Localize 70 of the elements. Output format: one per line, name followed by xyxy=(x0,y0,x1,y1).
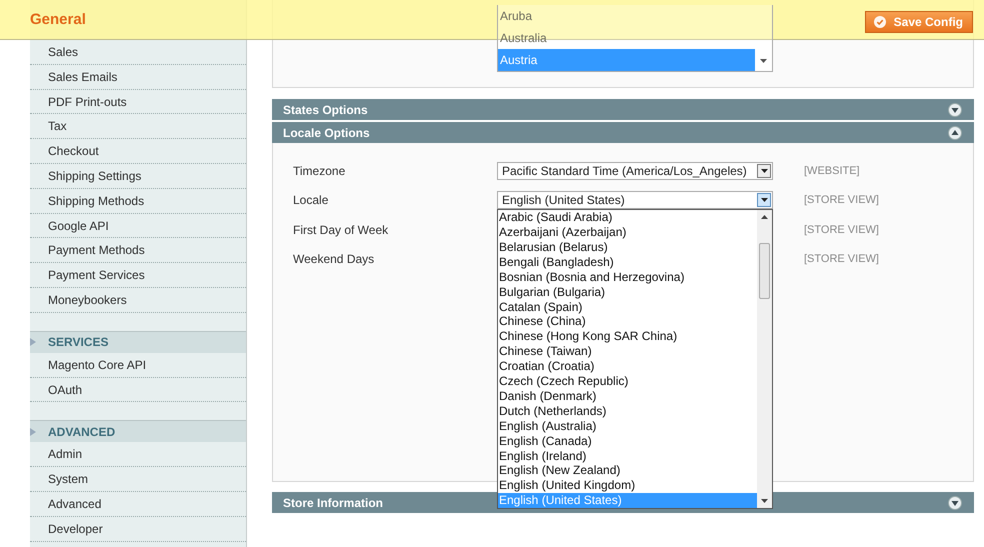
scrollbar-thumb[interactable] xyxy=(759,243,770,300)
scope-label: [STORE VIEW] xyxy=(804,194,879,206)
sidebar-item[interactable]: Sales Emails xyxy=(30,64,246,90)
caret-icon xyxy=(760,59,767,63)
expand-arrow-icon xyxy=(30,338,36,346)
field-label: Timezone xyxy=(293,164,346,178)
scroll-up-icon[interactable] xyxy=(761,215,768,220)
list-option[interactable]: Catalan (Spain) xyxy=(498,300,757,314)
sidebar-item[interactable]: Admin xyxy=(30,442,246,468)
list-option[interactable]: Bengali (Bangladesh) xyxy=(498,254,757,270)
list-option[interactable]: Bulgarian (Bulgaria) xyxy=(498,284,757,300)
section-title: Store Information xyxy=(283,496,384,510)
list-option[interactable]: Bosnian (Bosnia and Herzegovina) xyxy=(498,270,757,285)
sidebar-item[interactable]: Advanced xyxy=(30,492,246,517)
section-header[interactable]: Locale Options xyxy=(272,122,974,143)
list-option[interactable]: English (Canada) xyxy=(498,434,757,448)
select-field[interactable]: English (United States) xyxy=(497,191,773,210)
sidebar-group-heading[interactable]: SERVICES xyxy=(30,330,246,353)
caret-icon xyxy=(760,168,768,173)
list-option[interactable]: Australia xyxy=(498,27,755,49)
list-option[interactable]: English (New Zealand) xyxy=(498,463,757,478)
sidebar-group-heading[interactable]: ADVANCED xyxy=(30,420,246,442)
list-option[interactable]: Chinese (China) xyxy=(498,314,757,330)
sidebar-item[interactable]: Tax xyxy=(30,114,246,140)
sidebar-item[interactable]: OAuth xyxy=(30,378,246,402)
list-option[interactable]: Aruba xyxy=(498,5,755,27)
list-option[interactable]: Chinese (Taiwan) xyxy=(498,344,757,360)
scroll-down-icon[interactable] xyxy=(761,499,768,504)
sidebar-item[interactable]: Developer xyxy=(30,516,246,542)
scrollbar[interactable] xyxy=(757,210,772,508)
list-option[interactable]: Azerbaijani (Azerbaijan) xyxy=(498,225,757,240)
section-header[interactable]: States Options xyxy=(272,99,974,120)
collapse-icon[interactable] xyxy=(948,126,962,140)
sidebar-item[interactable]: Shipping Settings xyxy=(30,164,246,189)
page-title: General xyxy=(30,11,86,28)
scope-label: [WEBSITE] xyxy=(804,164,860,177)
field-label: First Day of Week xyxy=(293,222,390,237)
caret-icon xyxy=(760,198,768,202)
list-option[interactable]: Belarusian (Belarus) xyxy=(498,240,757,255)
list-option[interactable]: Chinese (Hong Kong SAR China) xyxy=(498,329,757,344)
expand-icon[interactable] xyxy=(948,496,962,510)
list-option[interactable]: English (Australia) xyxy=(498,418,757,434)
sidebar-item[interactable]: Payment Methods xyxy=(30,238,246,264)
field-label: Weekend Days xyxy=(293,252,376,266)
scope-label: [STORE VIEW] xyxy=(804,253,879,266)
section-title: States Options xyxy=(283,102,368,116)
section-title: Locale Options xyxy=(283,126,370,140)
group-title: SERVICES xyxy=(48,335,108,350)
sidebar-item[interactable]: Checkout xyxy=(30,139,246,164)
sidebar-item[interactable]: Moneybookers xyxy=(30,288,246,313)
list-option[interactable]: English (Ireland) xyxy=(498,448,757,464)
sidebar-item[interactable]: System xyxy=(30,467,246,492)
list-option[interactable]: Czech (Czech Republic) xyxy=(498,374,757,389)
field-label: Locale xyxy=(293,193,330,208)
list-option[interactable]: Danish (Denmark) xyxy=(498,388,757,404)
sidebar-item[interactable]: Shipping Methods xyxy=(30,188,246,214)
check-icon xyxy=(874,16,886,28)
sidebar-item[interactable]: PDF Print-outs xyxy=(30,90,246,114)
list-option[interactable]: Dutch (Netherlands) xyxy=(498,404,757,419)
list-option[interactable]: Croatian (Croatia) xyxy=(498,359,757,374)
scope-label: [STORE VIEW] xyxy=(804,224,879,236)
sidebar-item[interactable]: Payment Services xyxy=(30,263,246,288)
list-option[interactable]: English (United Kingdom) xyxy=(498,478,757,494)
expand-arrow-icon xyxy=(30,428,36,436)
select-field[interactable]: Pacific Standard Time (America/Los_Angeles) xyxy=(497,162,773,180)
group-title: ADVANCED xyxy=(48,424,116,439)
list-option[interactable]: Arabic (Saudi Arabia) xyxy=(498,210,757,226)
sidebar-item[interactable]: Google API xyxy=(30,214,246,238)
sidebar-item[interactable]: Magento Core API xyxy=(30,352,246,378)
expand-icon[interactable] xyxy=(948,102,962,116)
